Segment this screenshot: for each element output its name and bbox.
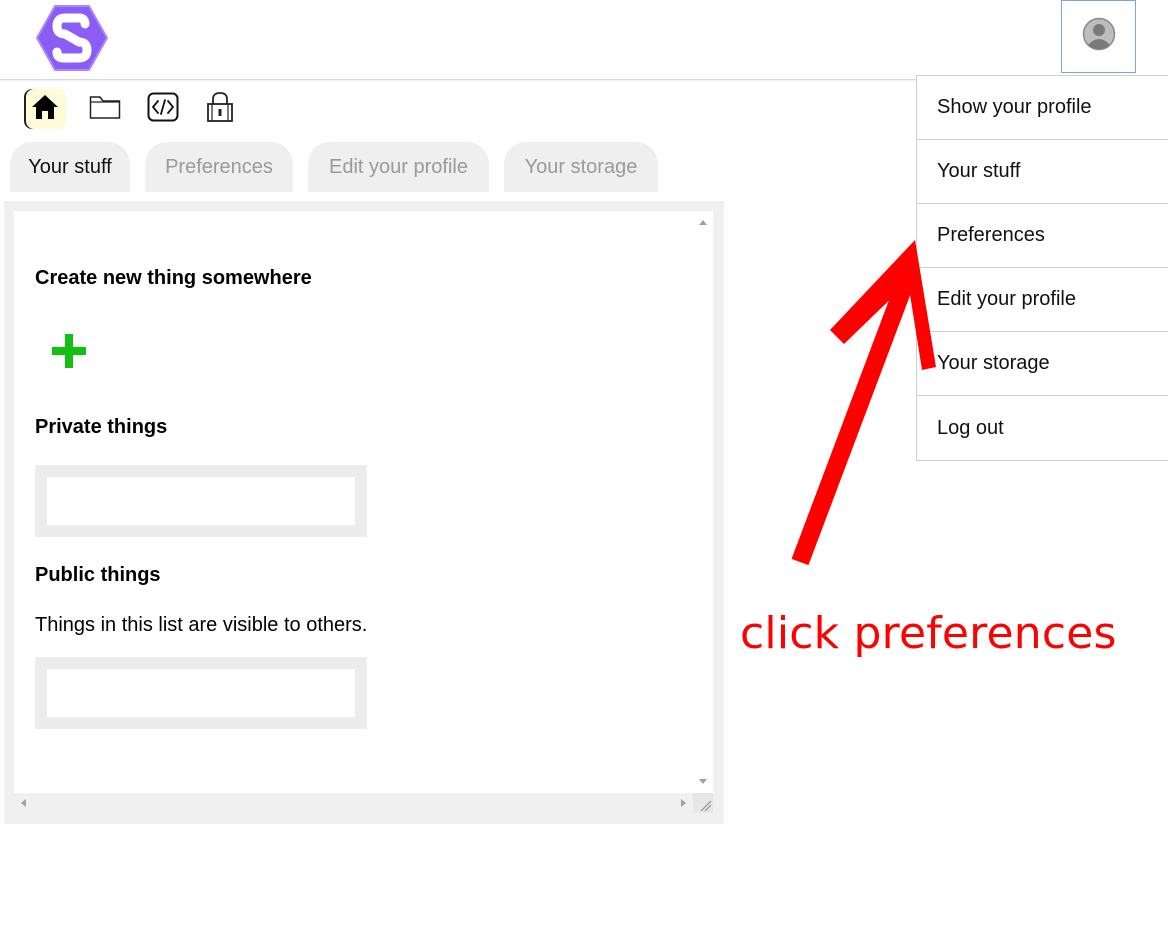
top-bar (0, 0, 1168, 80)
horizontal-scrollbar[interactable] (14, 793, 693, 813)
menu-item-log-out[interactable]: Log out (917, 396, 1168, 460)
menu-item-show-profile[interactable]: Show your profile (917, 76, 1168, 140)
app-logo-icon[interactable] (35, 4, 109, 72)
vertical-scrollbar[interactable] (693, 211, 713, 793)
public-note: Things in this list are visible to other… (35, 614, 368, 636)
public-things-list[interactable] (35, 657, 367, 729)
files-button[interactable] (84, 89, 126, 129)
home-button[interactable] (24, 89, 66, 129)
folder-icon (89, 94, 121, 125)
menu-item-preferences[interactable]: Preferences (917, 204, 1168, 268)
code-icon (147, 92, 179, 127)
add-thing-button[interactable] (50, 332, 88, 370)
menu-item-edit-profile[interactable]: Edit your profile (917, 268, 1168, 332)
developer-button[interactable] (142, 89, 184, 129)
plus-icon (50, 334, 88, 374)
lock-icon (205, 91, 235, 128)
security-button[interactable] (199, 89, 241, 129)
private-list-body (47, 477, 355, 525)
public-list-body (47, 669, 355, 717)
tab-preferences[interactable]: Preferences (145, 142, 293, 192)
create-heading: Create new thing somewhere (35, 267, 312, 289)
private-things-list[interactable] (35, 465, 367, 537)
tab-your-storage[interactable]: Your storage (504, 142, 658, 192)
menu-item-your-storage[interactable]: Your storage (917, 332, 1168, 396)
public-heading: Public things (35, 564, 161, 586)
private-heading: Private things (35, 416, 168, 438)
home-icon (30, 92, 60, 127)
tab-your-stuff[interactable]: Your stuff (10, 142, 130, 192)
tab-edit-profile[interactable]: Edit your profile (308, 142, 489, 192)
menu-item-your-stuff[interactable]: Your stuff (917, 140, 1168, 204)
resize-handle-icon[interactable] (693, 793, 713, 813)
user-menu-button[interactable] (1061, 0, 1136, 73)
user-dropdown-menu: Show your profile Your stuff Preferences… (916, 75, 1168, 461)
instruction-annotation: click preferences (740, 608, 1117, 659)
user-avatar-icon (1082, 17, 1116, 56)
